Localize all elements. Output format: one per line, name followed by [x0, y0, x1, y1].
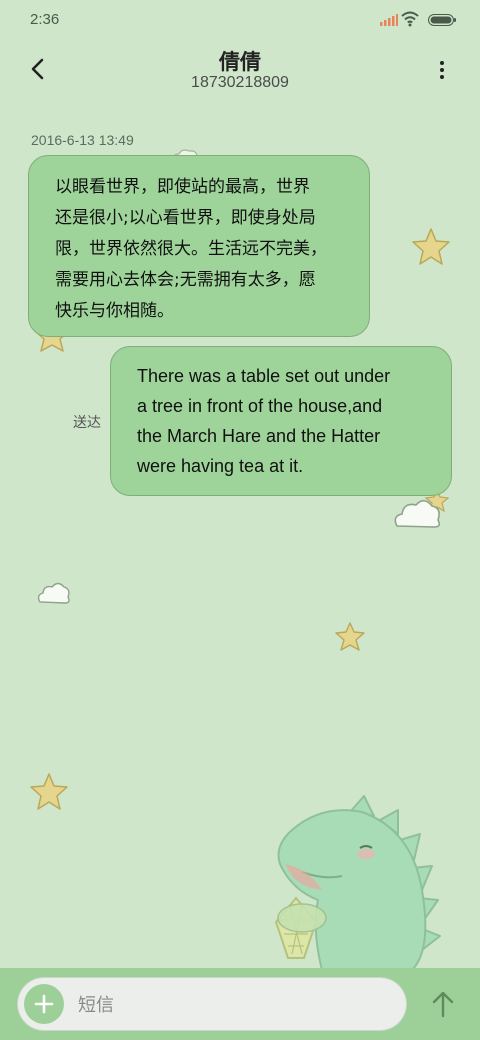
message-line: 还是很小;以心看世界，即使身处局 [55, 208, 316, 228]
cloud-icon [394, 499, 441, 528]
status-bar: 2:36 [0, 0, 480, 40]
message-line: 限，世界依然很大。生活远不完美， [55, 239, 327, 259]
received-message-bubble[interactable]: 以眼看世界，即使站的最高，世界 还是很小;以心看世界，即使身处局 限，世界依然很… [28, 155, 370, 337]
message-line: a tree in front of the house,and [137, 396, 383, 416]
conversation-header: 倩倩 18730218809 [0, 40, 480, 110]
add-attachment-button[interactable] [24, 984, 64, 1024]
star-icon [412, 228, 450, 265]
message-line: 需要用心去体会;无需拥有太多，愿 [55, 270, 316, 290]
sent-message-bubble[interactable]: There was a table set out under a tree i… [110, 346, 452, 496]
star-icon [30, 773, 68, 810]
message-line: There was a table set out under [137, 366, 391, 386]
status-time: 2:36 [30, 11, 60, 28]
battery-icon [428, 14, 456, 26]
message-line: 以眼看世界，即使站的最高，世界 [55, 177, 310, 197]
contact-number: 18730218809 [191, 74, 289, 91]
message-line: were having tea at it. [137, 456, 304, 476]
cloud-icon [37, 582, 70, 604]
star-icon [335, 622, 365, 651]
dinosaur-illustration [274, 795, 441, 970]
signal-icon [380, 14, 398, 26]
send-arrow-icon[interactable] [430, 988, 456, 1020]
message-input-container [18, 978, 406, 1032]
wifi-icon [401, 11, 419, 27]
plus-icon [34, 994, 54, 1014]
more-vertical-icon[interactable] [432, 58, 452, 82]
message-timestamp: 2016-6-13 13:49 [31, 132, 134, 148]
contact-name: 倩倩 [219, 50, 261, 74]
delivery-status: 送达 [73, 415, 101, 431]
message-line: the March Hare and the Hatter [137, 426, 381, 446]
message-input[interactable] [76, 978, 400, 1032]
composer-bar [0, 968, 480, 1040]
message-line: 快乐与你相随。 [55, 301, 174, 321]
